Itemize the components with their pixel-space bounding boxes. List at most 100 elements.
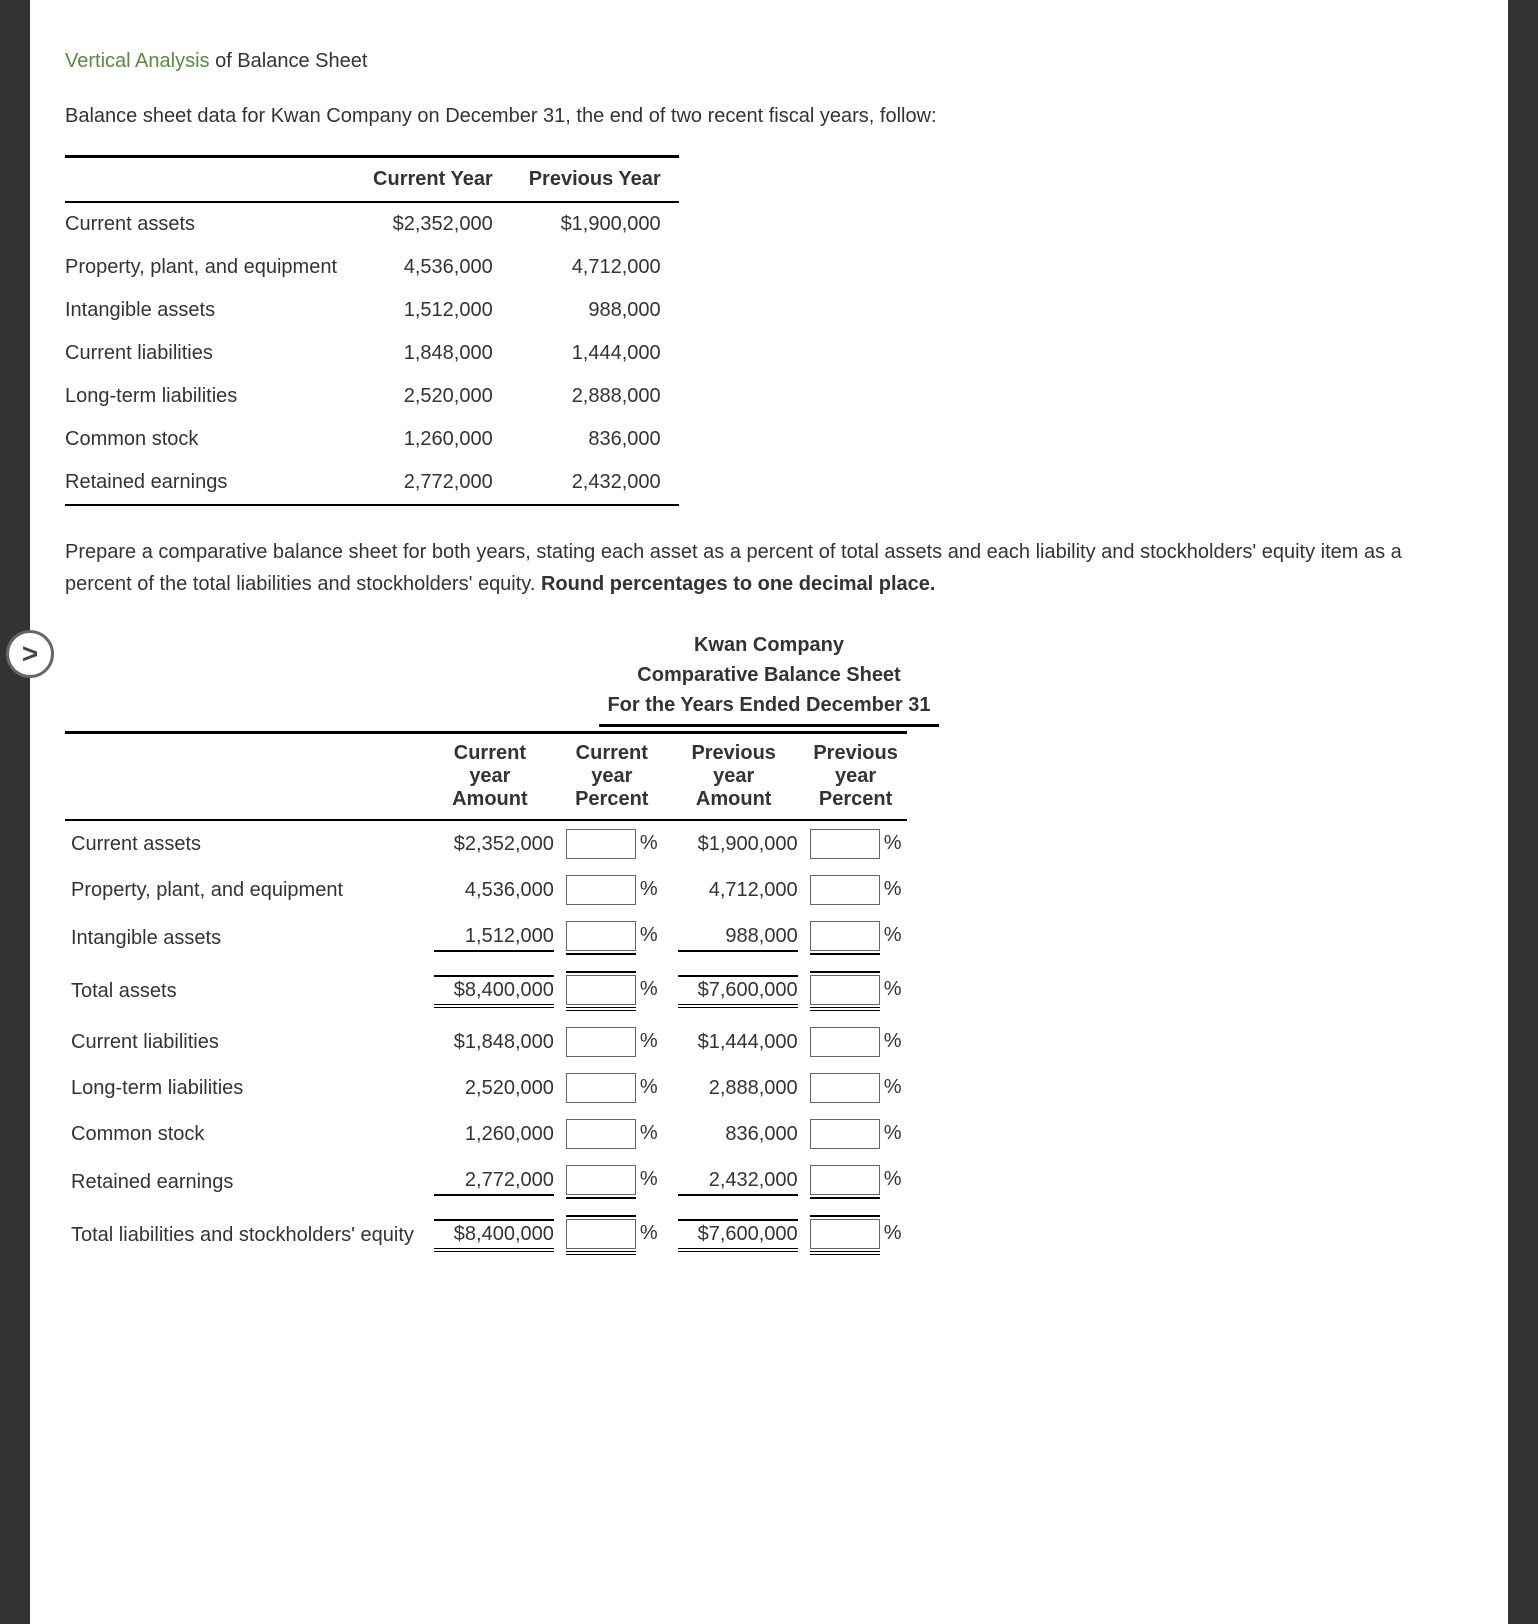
ws-py-percent-input[interactable] [810,1219,880,1249]
page-title: Vertical Analysis of Balance Sheet [65,50,1473,73]
ws-cy-percent-input[interactable] [566,1165,636,1195]
ws-cy-percent-input-cell: % [560,1157,664,1207]
table-row: Property, plant, and equipment4,536,000%… [65,867,907,913]
row-cy: 1,260,000 [355,418,511,461]
row-py: 836,000 [511,418,679,461]
table-row: Retained earnings2,772,0002,432,000 [65,461,679,505]
percent-sign: % [640,1122,658,1144]
ws-py-amount: 4,712,000 [664,867,804,913]
ws-cy-percent-input-cell: % [560,963,664,1019]
ws-col-blank [65,733,420,821]
ws-row-label: Long-term liabilities [65,1065,420,1111]
ws-row-label: Retained earnings [65,1157,420,1207]
table-row: Current assets$2,352,000$1,900,000 [65,202,679,246]
ws-row-label: Property, plant, and equipment [65,867,420,913]
ws-cy-amount: 4,536,000 [420,867,560,913]
percent-sign: % [640,1168,658,1190]
percent-sign: % [884,1168,902,1190]
percent-sign: % [884,1076,902,1098]
percent-sign: % [884,878,902,900]
row-py: 4,712,000 [511,246,679,289]
row-label: Property, plant, and equipment [65,246,355,289]
row-label: Current assets [65,202,355,246]
instructions-bold: Round percentages to one decimal place. [541,573,936,595]
intro-text: Balance sheet data for Kwan Company on D… [65,101,1473,131]
ws-cy-percent-input[interactable] [566,1027,636,1057]
ws-py-percent-input-cell: % [804,1157,908,1207]
ws-py-percent-input[interactable] [810,1073,880,1103]
ws-cy-percent-input[interactable] [566,829,636,859]
row-cy: 2,772,000 [355,461,511,505]
ws-cy-percent-input-cell: % [560,1019,664,1065]
ws-py-amount: $1,444,000 [664,1019,804,1065]
row-cy: 1,512,000 [355,289,511,332]
ws-py-percent-input[interactable] [810,829,880,859]
ws-py-percent-input-cell: % [804,867,908,913]
row-cy: 2,520,000 [355,375,511,418]
ws-col-cy-percent: Current year Percent [560,733,664,821]
table-row: Current liabilities1,848,0001,444,000 [65,332,679,375]
row-label: Long-term liabilities [65,375,355,418]
table-row: Current liabilities$1,848,000%$1,444,000… [65,1019,907,1065]
ws-row-label: Common stock [65,1111,420,1157]
ws-py-amount: 2,432,000 [664,1157,804,1207]
table-row: Long-term liabilities2,520,0002,888,000 [65,375,679,418]
ws-py-amount: $1,900,000 [664,820,804,867]
table-row: Long-term liabilities2,520,000%2,888,000… [65,1065,907,1111]
ws-col-cy-amount: Current year Amount [420,733,560,821]
ws-title-line1: Kwan Company [65,630,1473,660]
balance-sheet-data-table: Current Year Previous Year Current asset… [65,155,679,506]
ws-py-percent-input[interactable] [810,1165,880,1195]
percent-sign: % [884,1222,902,1244]
ws-cy-amount: $8,400,000 [420,963,560,1019]
ws-title-line3: For the Years Ended December 31 [599,690,938,727]
next-arrow-button[interactable]: > [6,630,54,678]
table-row: Property, plant, and equipment4,536,0004… [65,246,679,289]
ws-py-percent-input-cell: % [804,1065,908,1111]
row-label: Current liabilities [65,332,355,375]
percent-sign: % [640,832,658,854]
ws-cy-percent-input[interactable] [566,1073,636,1103]
ws-py-percent-input[interactable] [810,875,880,905]
ws-py-percent-input-cell: % [804,1207,908,1263]
row-py: 2,432,000 [511,461,679,505]
ws-py-percent-input-cell: % [804,963,908,1019]
chevron-right-icon: > [22,638,38,670]
ws-cy-amount: $1,848,000 [420,1019,560,1065]
ws-cy-percent-input[interactable] [566,921,636,951]
title-highlight: Vertical Analysis [65,50,210,72]
ws-cy-amount: $2,352,000 [420,820,560,867]
percent-sign: % [884,1030,902,1052]
ws-cy-percent-input-cell: % [560,1065,664,1111]
ws-py-percent-input-cell: % [804,1111,908,1157]
ws-cy-amount: 2,520,000 [420,1065,560,1111]
percent-sign: % [640,978,658,1000]
percent-sign: % [640,878,658,900]
table-row: Retained earnings2,772,000%2,432,000% [65,1157,907,1207]
ws-cy-percent-input[interactable] [566,1119,636,1149]
ws-py-percent-input[interactable] [810,1119,880,1149]
ws-cy-percent-input-cell: % [560,1111,664,1157]
ws-py-percent-input-cell: % [804,913,908,963]
ws-col-py-amount: Previous year Amount [664,733,804,821]
percent-sign: % [640,1222,658,1244]
percent-sign: % [640,1076,658,1098]
ws-col-py-percent: Previous year Percent [804,733,908,821]
ws-py-percent-input[interactable] [810,975,880,1005]
row-py: 1,444,000 [511,332,679,375]
percent-sign: % [884,832,902,854]
ws-cy-percent-input[interactable] [566,1219,636,1249]
col-blank [65,157,355,203]
col-current-year: Current Year [355,157,511,203]
percent-sign: % [640,924,658,946]
ws-py-percent-input[interactable] [810,921,880,951]
ws-cy-percent-input[interactable] [566,875,636,905]
table-row: Current assets$2,352,000%$1,900,000% [65,820,907,867]
instructions-text: Prepare a comparative balance sheet for … [65,536,1473,600]
ws-py-percent-input-cell: % [804,1019,908,1065]
table-row: Intangible assets1,512,000988,000 [65,289,679,332]
ws-cy-percent-input[interactable] [566,975,636,1005]
ws-py-percent-input[interactable] [810,1027,880,1057]
ws-py-amount: 988,000 [664,913,804,963]
table-row: Common stock1,260,000836,000 [65,418,679,461]
